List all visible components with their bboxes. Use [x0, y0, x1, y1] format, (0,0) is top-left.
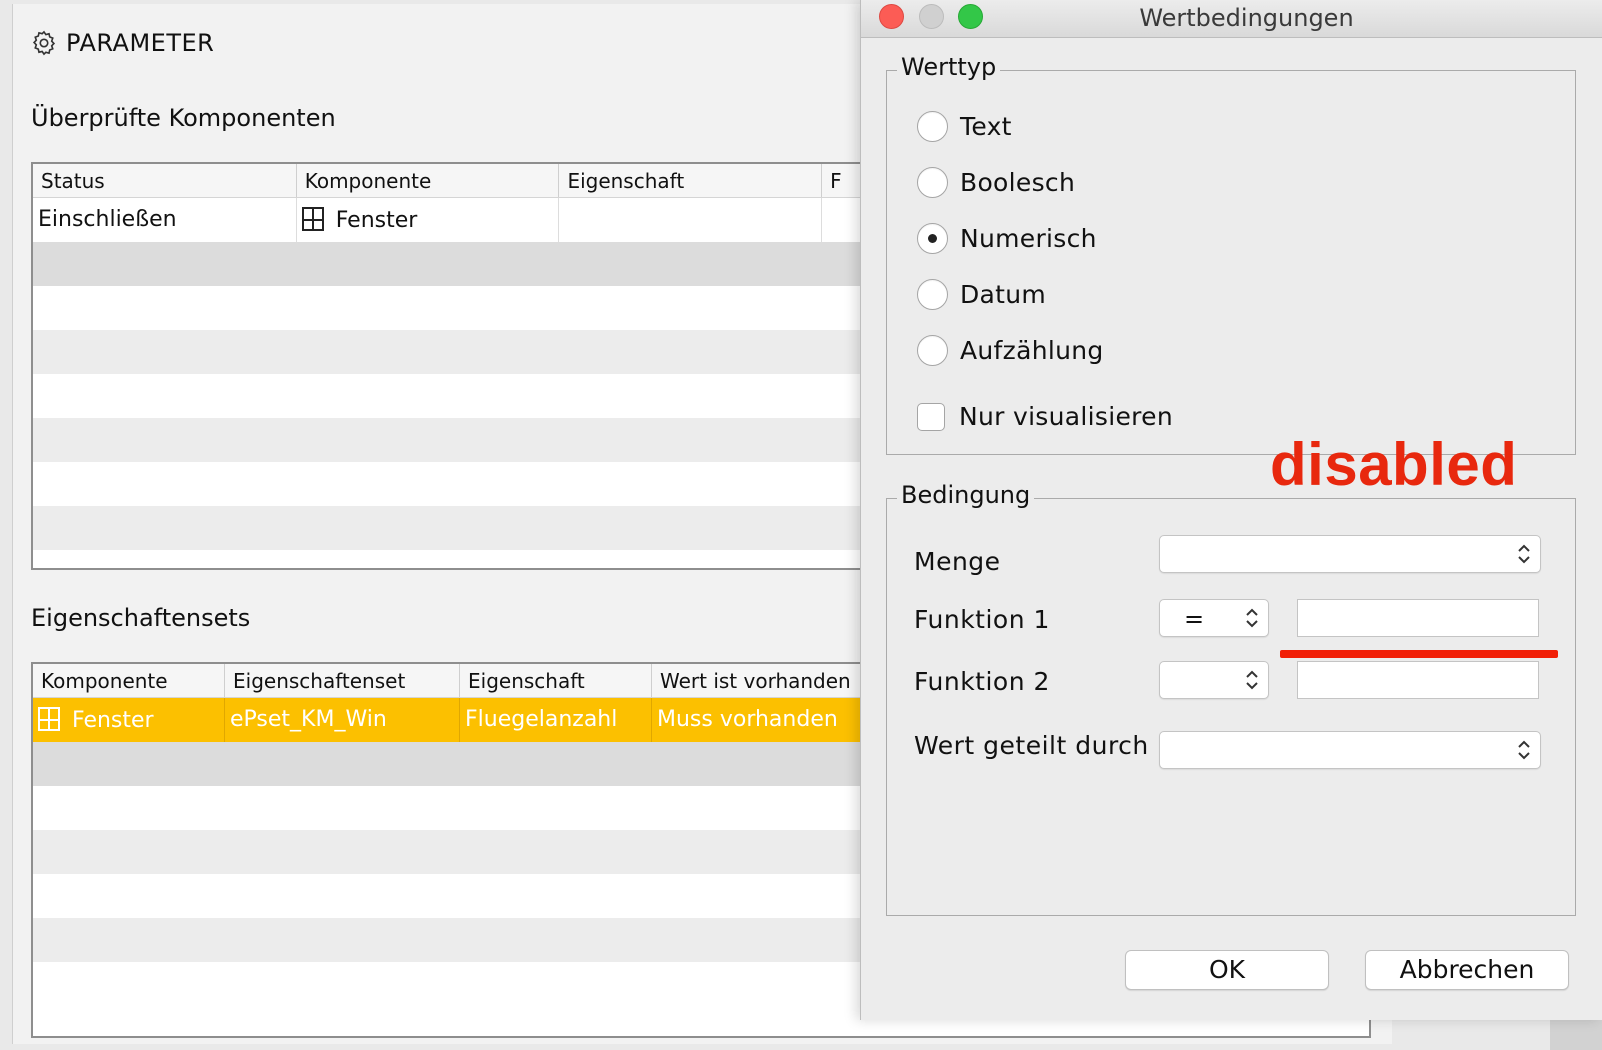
column-header-status[interactable]: Status: [33, 164, 297, 197]
quantity-select[interactable]: [1159, 535, 1541, 573]
empty-row: [33, 330, 869, 374]
empty-row: [33, 374, 869, 418]
quantity-label: Menge: [914, 547, 1001, 576]
property-sets-section-title: Eigenschaftensets: [31, 604, 251, 632]
column-header-property[interactable]: Eigenschaft: [559, 164, 823, 197]
cell-component-label: Fenster: [72, 708, 154, 733]
parameter-header: PARAMETER: [30, 29, 214, 57]
cell-component-label: Fenster: [335, 208, 418, 233]
dialog-title: Wertbedingungen: [1139, 4, 1354, 32]
function2-operator-select[interactable]: [1159, 661, 1269, 699]
window-icon: [301, 207, 324, 231]
radio-button[interactable]: [917, 167, 948, 198]
radio-label: Boolesch: [960, 168, 1076, 197]
divided-by-select[interactable]: [1159, 731, 1541, 769]
components-table[interactable]: Status Komponente Eigenschaft F Einschli…: [31, 162, 871, 570]
radio-button[interactable]: [917, 111, 948, 142]
radio-label: Text: [960, 112, 1012, 141]
disabled-annotation: disabled: [1270, 431, 1518, 498]
function1-operator-value: =: [1184, 605, 1205, 633]
value-type-group-label: Werttyp: [897, 53, 1001, 81]
checkbox[interactable]: [917, 402, 945, 431]
cancel-button[interactable]: Abbrechen: [1365, 950, 1569, 990]
cell-component: Fenster: [297, 198, 560, 242]
radio-boolean[interactable]: Boolesch: [917, 167, 1075, 198]
chevron-up-down-icon: [1246, 608, 1258, 628]
cell-property: Fluegelanzahl: [460, 698, 652, 742]
empty-row: [33, 242, 869, 286]
function1-label: Funktion 1: [914, 605, 1050, 634]
empty-row: [33, 418, 869, 462]
gear-icon: [32, 30, 56, 56]
function2-value-input[interactable]: [1297, 661, 1539, 699]
components-table-header: Status Komponente Eigenschaft F: [33, 164, 869, 198]
checkbox-label: Nur visualisieren: [959, 402, 1173, 431]
chevron-up-down-icon: [1518, 740, 1530, 760]
radio-label: Aufzählung: [960, 336, 1104, 365]
cell-component: Fenster: [33, 698, 225, 742]
components-section-title: Überprüfte Komponenten: [31, 104, 336, 132]
empty-row: [33, 286, 869, 330]
empty-row: [33, 506, 869, 550]
empty-row: [33, 462, 869, 506]
checkbox-visualize-only[interactable]: Nur visualisieren: [917, 402, 1173, 431]
radio-button[interactable]: [917, 279, 948, 310]
cell-status: Einschließen: [33, 198, 297, 242]
table-row[interactable]: Einschließen Fenster: [33, 198, 869, 242]
cell-property: [559, 198, 823, 242]
chevron-up-down-icon: [1246, 670, 1258, 690]
cell-property-set: ePset_KM_Win: [225, 698, 460, 742]
radio-date[interactable]: Datum: [917, 279, 1046, 310]
column-header-property-set[interactable]: Eigenschaftenset: [225, 664, 460, 697]
radio-numeric[interactable]: Numerisch: [917, 223, 1097, 254]
column-header-component[interactable]: Komponente: [33, 664, 225, 697]
radio-label: Numerisch: [960, 224, 1097, 253]
ok-button[interactable]: OK: [1125, 950, 1329, 990]
radio-text[interactable]: Text: [917, 111, 1012, 142]
dialog-titlebar[interactable]: Wertbedingungen: [861, 0, 1602, 38]
value-conditions-dialog: Wertbedingungen Werttyp Text Boolesch Nu…: [860, 0, 1602, 1020]
annotation-underline: [1280, 650, 1558, 658]
parameter-title: PARAMETER: [66, 29, 215, 57]
function2-label: Funktion 2: [914, 667, 1050, 696]
radio-button-selected[interactable]: [917, 223, 948, 254]
chevron-up-down-icon: [1518, 544, 1530, 564]
background-edge: [1550, 1018, 1602, 1050]
condition-group: Bedingung Menge Funktion 1 = Funktion 2 …: [886, 481, 1576, 916]
window-icon: [38, 707, 60, 731]
radio-button[interactable]: [917, 335, 948, 366]
function1-value-input[interactable]: [1297, 599, 1539, 637]
column-header-component[interactable]: Komponente: [297, 164, 560, 197]
column-header-property[interactable]: Eigenschaft: [460, 664, 652, 697]
function1-operator-select[interactable]: =: [1159, 599, 1269, 637]
divided-by-label: Wert geteilt durch: [914, 731, 1149, 760]
condition-group-label: Bedingung: [897, 481, 1035, 509]
value-type-group: Werttyp Text Boolesch Numerisch Datum Au…: [886, 53, 1576, 455]
radio-enumeration[interactable]: Aufzählung: [917, 335, 1104, 366]
radio-label: Datum: [960, 280, 1047, 309]
